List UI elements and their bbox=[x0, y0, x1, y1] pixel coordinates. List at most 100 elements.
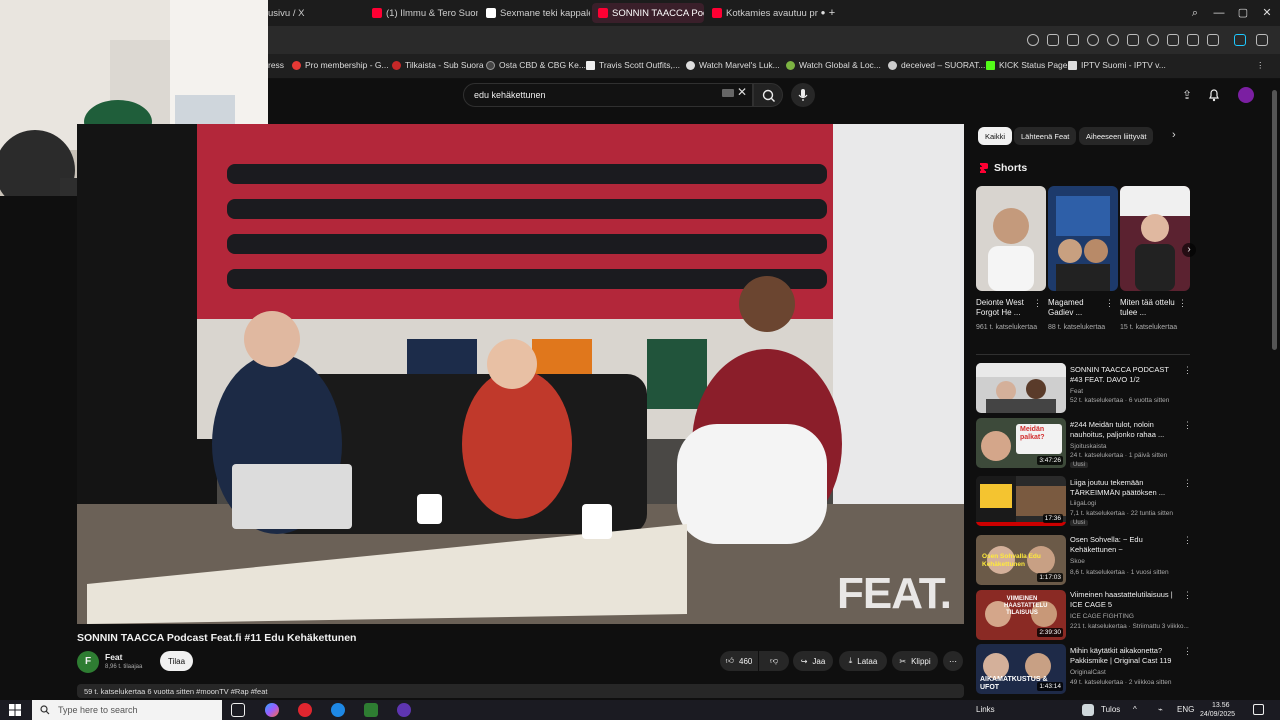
zoom-icon[interactable] bbox=[1027, 34, 1039, 46]
more-actions-button[interactable]: ⋯ bbox=[943, 651, 963, 671]
recommendation-title[interactable]: Mihin käytätkit aikakonetta? Pakkismike … bbox=[1070, 646, 1180, 666]
language-indicator[interactable]: ENG bbox=[1177, 705, 1194, 714]
maximize-button[interactable]: ▢ bbox=[1236, 6, 1250, 20]
task-view-icon[interactable] bbox=[231, 703, 245, 717]
upload-icon[interactable]: ⇪ bbox=[1182, 88, 1192, 102]
subscribe-button[interactable]: Tilaa bbox=[160, 651, 193, 671]
browser-tab[interactable]: Sexmane teki kappaleen bbox=[480, 3, 590, 23]
short-thumbnail[interactable] bbox=[1120, 186, 1190, 291]
recommendation-thumbnail[interactable]: 17:36 bbox=[976, 476, 1066, 526]
dislike-button[interactable]: 👎︎ bbox=[759, 651, 789, 671]
menu-icon[interactable] bbox=[1187, 34, 1199, 46]
bookmark[interactable]: Pro membership - G... bbox=[292, 60, 389, 70]
browser-tab[interactable]: Kotkamies avautuu prism bbox=[706, 3, 818, 23]
bookmark[interactable]: KICK Status Page bbox=[986, 60, 1068, 70]
bookmark[interactable]: Osta CBD & CBG Ke... bbox=[486, 60, 586, 70]
search-button[interactable] bbox=[753, 83, 783, 107]
account-avatar[interactable] bbox=[1238, 87, 1254, 103]
short-title[interactable]: Magamed Gadiev ... bbox=[1048, 298, 1110, 318]
video-description[interactable]: 59 t. katselukertaa 6 vuotta sitten #moo… bbox=[77, 684, 964, 698]
keyboard-icon[interactable] bbox=[722, 89, 734, 97]
sidebar-icon[interactable] bbox=[1256, 34, 1268, 46]
chip-from-feat[interactable]: Lähteenä Feat bbox=[1014, 127, 1077, 145]
short-thumbnail[interactable] bbox=[976, 186, 1046, 291]
recommendation-menu-icon[interactable]: ⋮ bbox=[1183, 646, 1192, 657]
chip-all[interactable]: Kaikki bbox=[978, 127, 1013, 145]
minimize-button[interactable]: — bbox=[1212, 6, 1226, 20]
recommendation-menu-icon[interactable]: ⋮ bbox=[1183, 590, 1192, 601]
bookmark[interactable]: Watch Marvel's Luk... bbox=[686, 60, 780, 70]
short-thumbnail[interactable] bbox=[1048, 186, 1118, 291]
recommendation-title[interactable]: #244 Meidän tulot, noloin nauhoitus, pal… bbox=[1070, 420, 1180, 440]
wallet-icon[interactable] bbox=[1207, 34, 1219, 46]
network-icon[interactable]: ⌁ bbox=[1158, 705, 1163, 714]
browser-tab[interactable]: (1) Ilmmu & Tero Suomin bbox=[366, 3, 478, 23]
weather-label[interactable]: Tulos bbox=[1101, 705, 1120, 714]
recommendation-menu-icon[interactable]: ⋮ bbox=[1183, 478, 1192, 489]
recommendation-thumbnail[interactable]: Meidän palkat? 3:47:26 bbox=[976, 418, 1066, 468]
page-scrollbar[interactable] bbox=[1272, 90, 1277, 350]
more-bookmarks-button[interactable]: ⋮ bbox=[1256, 60, 1265, 71]
channel-name[interactable]: Feat bbox=[105, 652, 122, 662]
spreadsheet-app-icon[interactable] bbox=[364, 703, 378, 717]
short-menu-icon[interactable]: ⋮ bbox=[1033, 298, 1042, 309]
edit-icon[interactable] bbox=[1047, 34, 1059, 46]
discord-icon[interactable] bbox=[397, 703, 411, 717]
bookmark[interactable]: IPTV Suomi - IPTV v... bbox=[1068, 60, 1166, 70]
bookmark[interactable]: ress bbox=[268, 60, 284, 70]
short-title[interactable]: Miten tää ottelu tulee ... bbox=[1120, 298, 1182, 318]
windows-start-icon[interactable] bbox=[9, 704, 21, 716]
ai-assistant-icon[interactable] bbox=[1234, 34, 1246, 46]
opera-icon[interactable] bbox=[298, 703, 312, 717]
recommendation-menu-icon[interactable]: ⋮ bbox=[1183, 535, 1192, 546]
chip-next-chevron-icon[interactable]: › bbox=[1172, 129, 1176, 141]
download-button[interactable]: ⤓ Lataa bbox=[839, 651, 887, 671]
recommendation-menu-icon[interactable]: ⋮ bbox=[1183, 420, 1192, 431]
clock-date[interactable]: 24/09/2025 bbox=[1200, 711, 1235, 718]
recommendation-title[interactable]: Osen Sohvella: ~ Edu Kehäkettunen ~ bbox=[1070, 535, 1180, 555]
shorts-next-chevron-icon[interactable]: › bbox=[1182, 243, 1196, 257]
browser-tab-active[interactable]: SONNIN TAACCA Pod bbox=[592, 3, 704, 23]
recommendation-channel[interactable]: Skoe bbox=[1070, 558, 1085, 565]
recommendation-thumbnail[interactable]: Osen Sohvalla Edu Kehäkettunen 1:17:03 bbox=[976, 535, 1066, 585]
clock-time[interactable]: 13.56 bbox=[1212, 702, 1230, 709]
heart-icon[interactable] bbox=[1147, 34, 1159, 46]
clip-button[interactable]: ✂ Klippi bbox=[892, 651, 938, 671]
share-button[interactable]: ↪ Jaa bbox=[793, 651, 833, 671]
play-icon[interactable] bbox=[1127, 34, 1139, 46]
edge-icon[interactable] bbox=[331, 703, 345, 717]
search-input[interactable]: edu kehäkettunen bbox=[463, 83, 753, 107]
recommendation-channel[interactable]: OriginalCast bbox=[1070, 669, 1106, 676]
notifications-bell-icon[interactable] bbox=[1207, 88, 1221, 102]
recommendation-title[interactable]: SONNIN TAACCA PODCAST #43 FEAT. DAVO 1/2 bbox=[1070, 365, 1180, 385]
extension-icon[interactable] bbox=[1087, 34, 1099, 46]
weather-icon[interactable] bbox=[1082, 704, 1094, 716]
channel-avatar[interactable]: F bbox=[77, 651, 99, 673]
links-toolbar[interactable]: Links bbox=[976, 705, 995, 714]
recommendation-thumbnail[interactable]: AIKAMATKUSTUS & UFOT 1:43:14 bbox=[976, 644, 1066, 694]
recommendation-thumbnail[interactable] bbox=[976, 363, 1066, 413]
like-button[interactable]: 👍︎ 460 bbox=[720, 651, 758, 671]
screenshot-icon[interactable] bbox=[1067, 34, 1079, 46]
new-tab-button[interactable]: + bbox=[825, 6, 839, 20]
bookmark[interactable]: Watch Global & Loc... bbox=[786, 60, 881, 70]
short-title[interactable]: Deionte West Forgot He ... bbox=[976, 298, 1038, 318]
voice-search-button[interactable] bbox=[791, 83, 815, 107]
recommendation-channel[interactable]: Sjoituskaista bbox=[1070, 443, 1107, 450]
recommendation-title[interactable]: Viimeinen haastattelutilaisuus | ICE CAG… bbox=[1070, 590, 1180, 610]
copilot-icon[interactable] bbox=[265, 703, 279, 717]
download-icon[interactable] bbox=[1167, 34, 1179, 46]
taskbar-search-input[interactable]: Type here to search bbox=[32, 700, 222, 720]
bookmark[interactable]: Travis Scott Outfits,... bbox=[586, 60, 680, 70]
search-tabs-icon[interactable]: ⌕ bbox=[1188, 6, 1202, 20]
short-menu-icon[interactable]: ⋮ bbox=[1105, 298, 1114, 309]
video-player[interactable]: FEAT. bbox=[77, 124, 964, 624]
recommendation-menu-icon[interactable]: ⋮ bbox=[1183, 365, 1192, 376]
vpn-icon[interactable] bbox=[1107, 34, 1119, 46]
recommendation-channel[interactable]: LiigaLogi bbox=[1070, 500, 1096, 507]
recommendation-channel[interactable]: Feat bbox=[1070, 388, 1083, 395]
recommendation-channel[interactable]: ICE CAGE FIGHTING bbox=[1070, 613, 1134, 620]
chip-related[interactable]: Aiheeseen liittyvät bbox=[1079, 127, 1154, 145]
recommendation-title[interactable]: Liiga joutuu tekemään TÄRKEIMMÄN päätöks… bbox=[1070, 478, 1180, 498]
browser-tab[interactable]: usivu / X bbox=[262, 3, 358, 23]
